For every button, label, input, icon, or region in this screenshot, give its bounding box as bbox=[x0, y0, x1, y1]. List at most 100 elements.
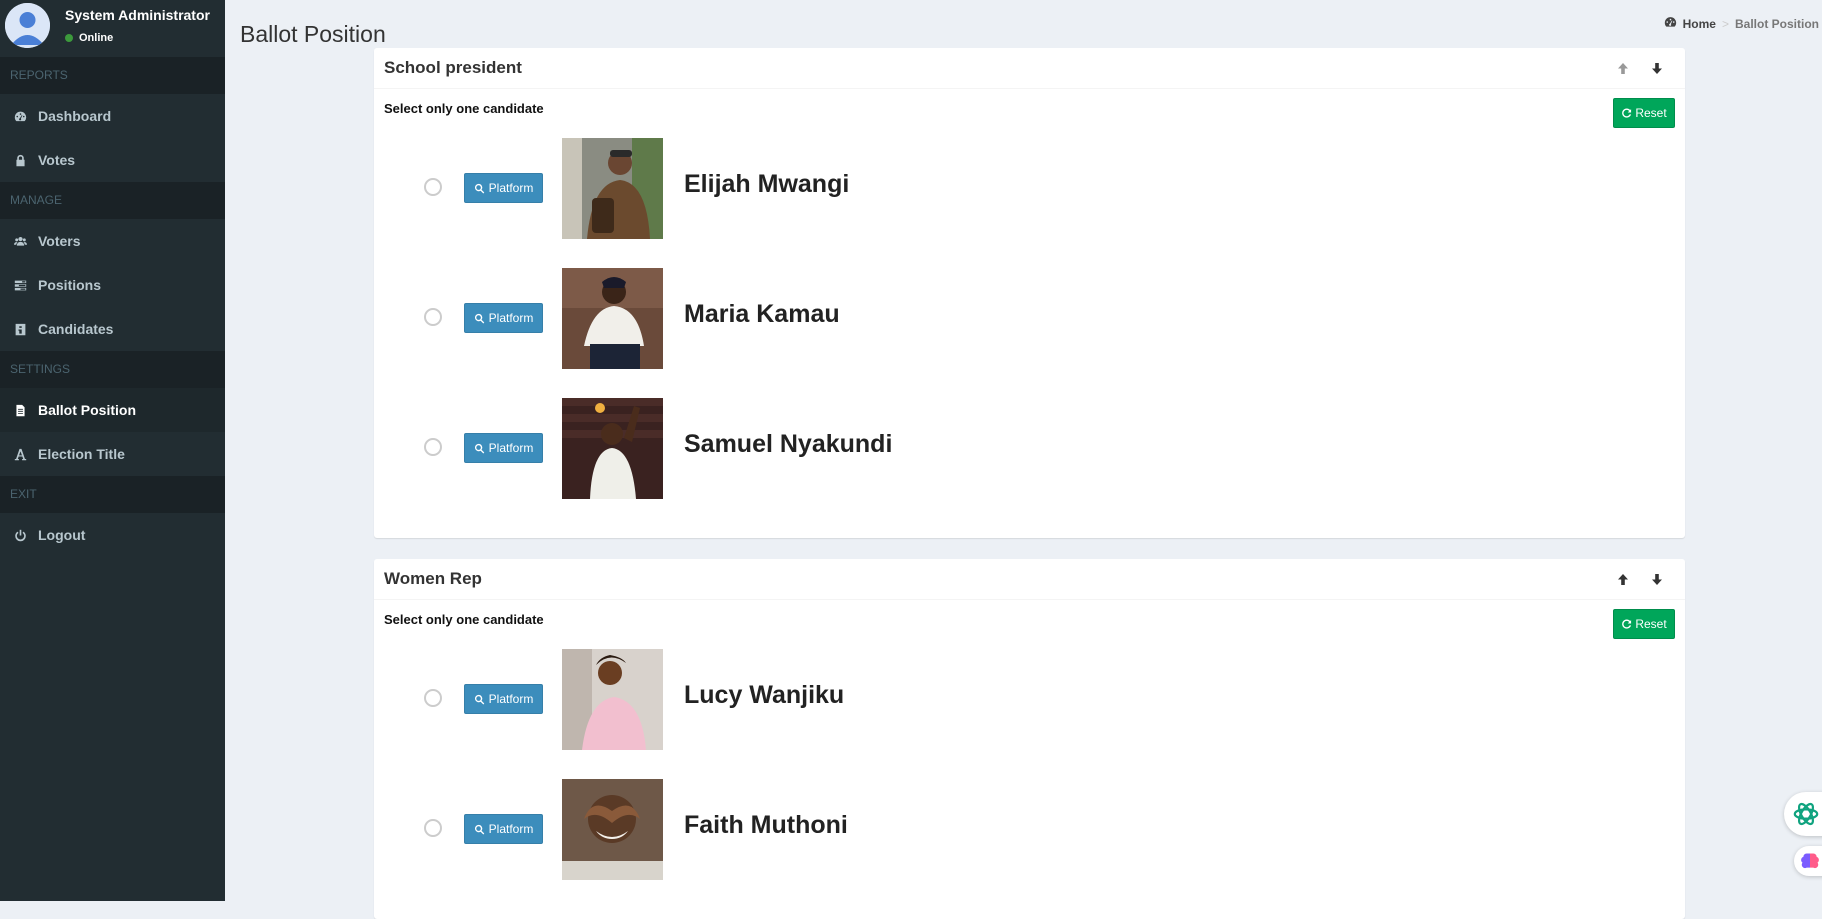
user-status: Online bbox=[65, 32, 113, 44]
move-up-button[interactable] bbox=[1615, 571, 1631, 587]
candidate-photo bbox=[562, 268, 663, 369]
position-box-header: School president bbox=[374, 48, 1685, 89]
dashboard-icon bbox=[12, 108, 28, 124]
user-status-label: Online bbox=[79, 32, 114, 44]
candidate-radio[interactable] bbox=[424, 819, 442, 837]
move-down-button[interactable] bbox=[1649, 60, 1665, 76]
sidebar-item-dashboard[interactable]: Dashboard bbox=[0, 94, 225, 138]
move-down-button[interactable] bbox=[1649, 571, 1665, 587]
user-panel: System Administrator Online bbox=[0, 0, 225, 57]
sidebar: System Administrator Online REPORTS Dash… bbox=[0, 0, 225, 901]
font-icon bbox=[12, 446, 28, 462]
candidate-radio[interactable] bbox=[424, 438, 442, 456]
candidate-name: Elijah Mwangi bbox=[684, 170, 850, 198]
position-instruction: Select only one candidate bbox=[384, 612, 544, 627]
sidebar-item-positions[interactable]: Positions bbox=[0, 263, 225, 307]
id-card-icon bbox=[12, 321, 28, 337]
users-icon bbox=[12, 233, 28, 249]
sidebar-item-label: Logout bbox=[38, 527, 86, 543]
menu-header-settings: SETTINGS bbox=[0, 351, 225, 388]
arrow-down-icon bbox=[1652, 573, 1662, 585]
brain-icon bbox=[1801, 853, 1819, 869]
platform-label: Platform bbox=[488, 822, 534, 836]
move-up-button[interactable] bbox=[1615, 60, 1631, 76]
reset-button[interactable]: Reset bbox=[1613, 98, 1675, 128]
sidebar-item-label: Voters bbox=[38, 233, 81, 249]
position-box: Women Rep Select only one candidate Rese… bbox=[374, 559, 1685, 919]
sidebar-item-ballot-position[interactable]: Ballot Position bbox=[0, 388, 225, 432]
sidebar-item-label: Ballot Position bbox=[38, 402, 136, 418]
lock-icon bbox=[12, 152, 28, 168]
sidebar-item-election-title[interactable]: Election Title bbox=[0, 432, 225, 476]
reset-button[interactable]: Reset bbox=[1613, 609, 1675, 639]
search-icon bbox=[474, 824, 484, 834]
breadcrumb-home-label: Home bbox=[1682, 16, 1716, 31]
platform-label: Platform bbox=[488, 311, 534, 325]
platform-button[interactable]: Platform bbox=[464, 433, 543, 463]
arrow-down-icon bbox=[1652, 62, 1662, 74]
candidate-row: Platform Samuel Nyakundi bbox=[374, 398, 1685, 499]
search-icon bbox=[474, 443, 484, 453]
candidate-radio[interactable] bbox=[424, 689, 442, 707]
sidebar-item-label: Election Title bbox=[38, 446, 125, 462]
platform-button[interactable]: Platform bbox=[464, 303, 543, 333]
refresh-icon bbox=[1622, 618, 1632, 629]
breadcrumb-home[interactable]: Home bbox=[1664, 16, 1716, 31]
candidate-name: Samuel Nyakundi bbox=[684, 430, 893, 458]
candidate-name: Lucy Wanjiku bbox=[684, 681, 845, 709]
candidate-row: Platform Maria Kamau bbox=[374, 268, 1685, 369]
page-title: Ballot Position bbox=[240, 21, 386, 48]
candidate-photo bbox=[562, 779, 663, 880]
platform-button[interactable]: Platform bbox=[464, 814, 543, 844]
position-box-header: Women Rep bbox=[374, 559, 1685, 600]
candidate-name: Faith Muthoni bbox=[684, 811, 848, 839]
position-order-tools bbox=[1615, 60, 1665, 76]
arrow-up-icon bbox=[1618, 62, 1628, 74]
power-off-icon bbox=[12, 527, 28, 543]
menu-header-manage: MANAGE bbox=[0, 182, 225, 219]
sidebar-item-label: Candidates bbox=[38, 321, 114, 337]
candidate-photo bbox=[562, 138, 663, 239]
candidate-photo bbox=[562, 649, 663, 750]
sidebar-item-label: Votes bbox=[38, 152, 76, 168]
search-icon bbox=[474, 313, 484, 323]
avatar[interactable] bbox=[5, 3, 50, 48]
refresh-icon bbox=[1622, 107, 1632, 118]
position-title: Women Rep bbox=[384, 569, 482, 588]
arrow-up-icon bbox=[1618, 573, 1628, 585]
menu-header-exit: EXIT bbox=[0, 476, 225, 513]
candidate-radio[interactable] bbox=[424, 178, 442, 196]
sidebar-item-votes[interactable]: Votes bbox=[0, 138, 225, 182]
position-order-tools bbox=[1615, 571, 1665, 587]
sidebar-item-label: Dashboard bbox=[38, 108, 112, 124]
dashboard-icon bbox=[1664, 16, 1677, 31]
sidebar-item-voters[interactable]: Voters bbox=[0, 219, 225, 263]
platform-button[interactable]: Platform bbox=[464, 684, 543, 714]
breadcrumb-current: Ballot Position bbox=[1735, 16, 1819, 31]
candidate-name: Maria Kamau bbox=[684, 300, 840, 328]
candidate-row: Platform Faith Muthoni bbox=[374, 779, 1685, 880]
menu-header-reports: REPORTS bbox=[0, 57, 225, 94]
candidate-radio[interactable] bbox=[424, 308, 442, 326]
sidebar-item-candidates[interactable]: Candidates bbox=[0, 307, 225, 351]
platform-label: Platform bbox=[488, 181, 534, 195]
platform-button[interactable]: Platform bbox=[464, 173, 543, 203]
breadcrumb: Home > Ballot Position bbox=[1664, 16, 1819, 31]
search-icon bbox=[474, 694, 484, 704]
sidebar-item-label: Positions bbox=[38, 277, 102, 293]
position-title: School president bbox=[384, 58, 522, 77]
assistant-widget-button[interactable] bbox=[1784, 792, 1822, 836]
tasks-icon bbox=[12, 277, 28, 293]
reset-label: Reset bbox=[1635, 106, 1667, 120]
brain-widget-button[interactable] bbox=[1794, 846, 1822, 876]
position-box: School president Select only one candida… bbox=[374, 48, 1685, 538]
reset-label: Reset bbox=[1635, 617, 1667, 631]
file-text-icon bbox=[12, 402, 28, 418]
sidebar-item-logout[interactable]: Logout bbox=[0, 513, 225, 557]
breadcrumb-separator: > bbox=[1721, 16, 1729, 31]
user-name: System Administrator bbox=[65, 7, 210, 23]
search-icon bbox=[474, 183, 484, 193]
platform-label: Platform bbox=[488, 441, 534, 455]
platform-label: Platform bbox=[488, 692, 534, 706]
position-instruction: Select only one candidate bbox=[384, 101, 544, 116]
